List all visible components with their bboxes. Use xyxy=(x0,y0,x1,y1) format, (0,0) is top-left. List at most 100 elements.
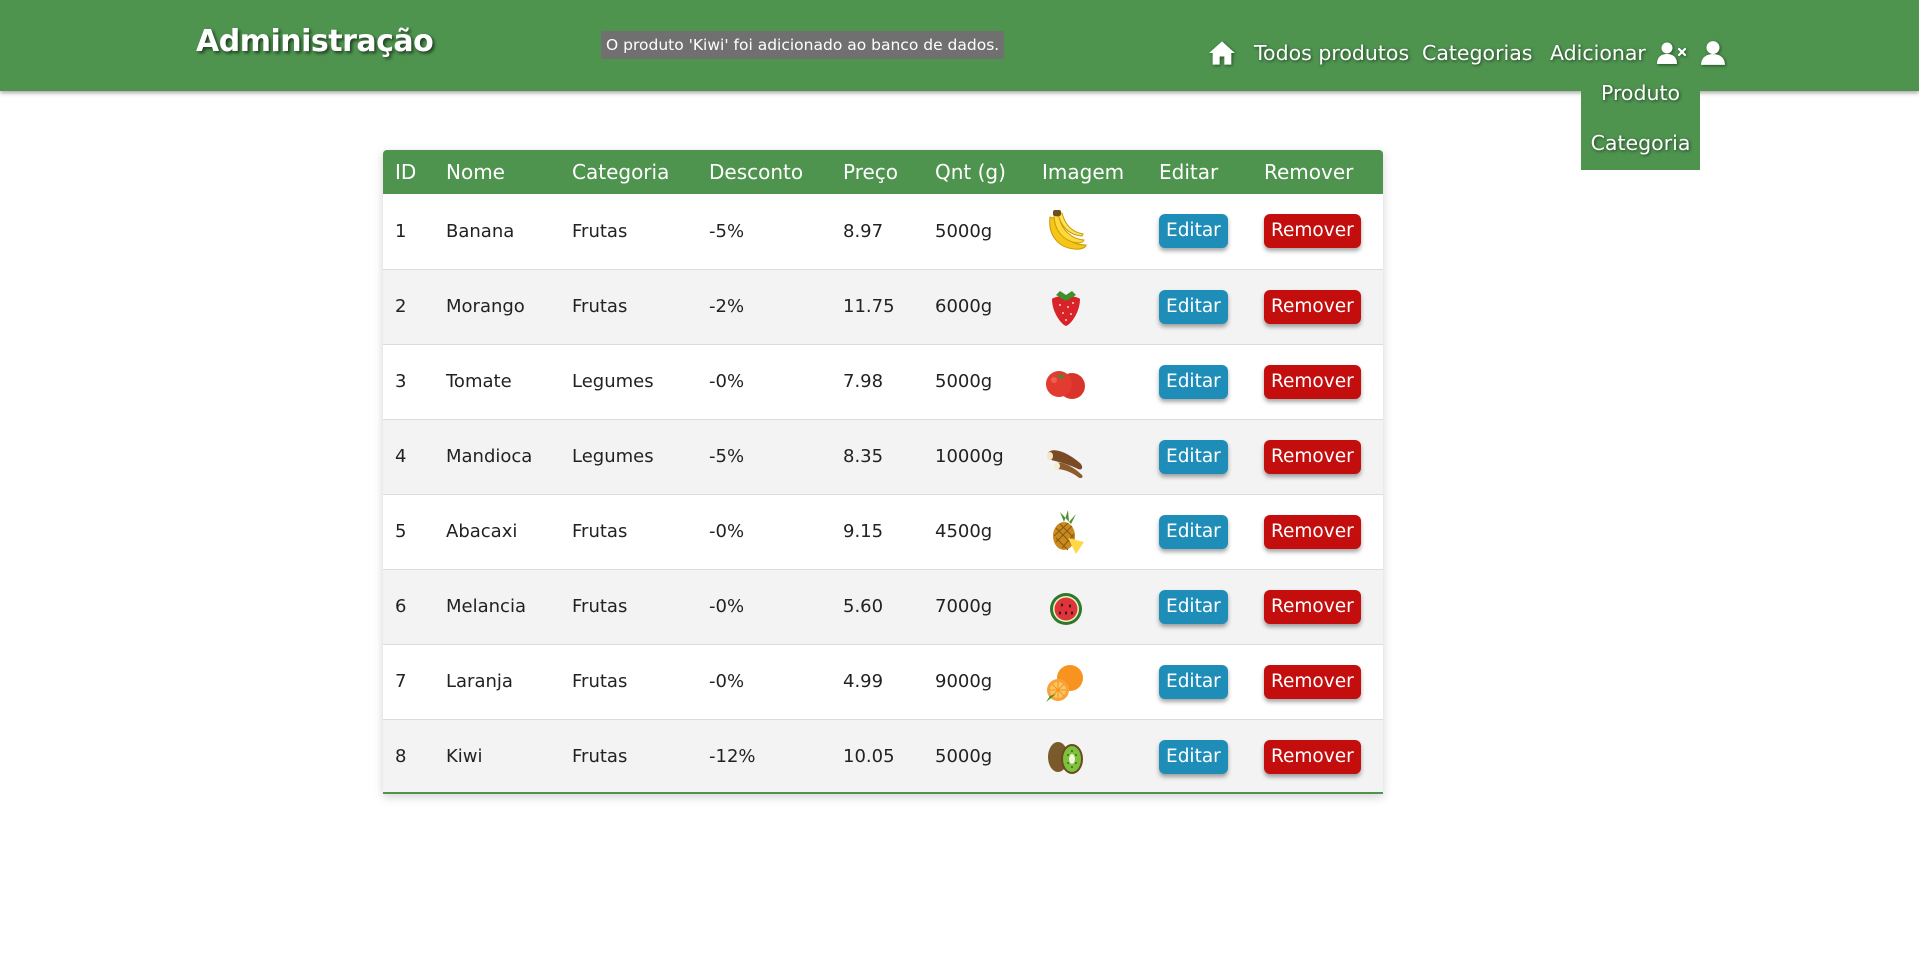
cell-category: Frutas xyxy=(572,220,628,242)
cell-category: Frutas xyxy=(572,671,628,692)
cassava-image xyxy=(1042,433,1147,481)
table-row: 4 Mandioca Legumes -5% 8.35 10000g Editar Remov… xyxy=(383,419,1383,494)
cell-remove: Remover xyxy=(1252,719,1383,792)
header-image: Imagem xyxy=(1042,160,1125,184)
cell-discount: -12% xyxy=(709,746,756,768)
cell-id: 2 xyxy=(395,296,407,317)
cell-image xyxy=(1030,719,1147,792)
table-row: 8 Kiwi Frutas -12% 10.05 5000g Editar Remover xyxy=(383,719,1383,792)
cell-image xyxy=(1030,344,1147,419)
cell-remove: Remover xyxy=(1252,569,1383,644)
nav-categories[interactable]: Categorias xyxy=(1422,39,1532,67)
remove-button[interactable]: Remover xyxy=(1264,589,1361,624)
cell-image xyxy=(1030,269,1147,344)
pineapple-image xyxy=(1042,508,1147,556)
cell-image xyxy=(1030,644,1147,719)
header-quantity: Qnt (g) xyxy=(935,160,1006,184)
cell-edit: Editar xyxy=(1147,494,1252,569)
dropdown-item-produto[interactable]: Produto xyxy=(1581,81,1700,105)
cell-price: 5.60 xyxy=(843,596,884,617)
cell-price: 7.98 xyxy=(843,371,884,392)
cell-quantity: 10000g xyxy=(935,446,1004,467)
remove-button[interactable]: Remover xyxy=(1264,289,1361,324)
cell-id: 5 xyxy=(395,521,407,542)
cell-price: 10.05 xyxy=(843,746,895,768)
brand-title[interactable]: Administração xyxy=(196,24,434,59)
cell-category: Frutas xyxy=(572,746,628,768)
watermelon-image xyxy=(1042,583,1147,631)
cell-discount: -2% xyxy=(709,296,745,317)
cell-discount: -0% xyxy=(709,521,745,542)
cell-id: 1 xyxy=(395,220,407,242)
cell-name: Banana xyxy=(446,220,515,242)
cell-edit: Editar xyxy=(1147,344,1252,419)
cell-id: 3 xyxy=(395,371,407,392)
cell-quantity: 7000g xyxy=(935,596,993,617)
cell-price: 8.35 xyxy=(843,446,884,467)
remove-button[interactable]: Remover xyxy=(1264,514,1361,549)
banana-image xyxy=(1042,207,1147,255)
cell-quantity: 5000g xyxy=(935,220,993,242)
edit-button[interactable]: Editar xyxy=(1159,439,1228,474)
edit-button[interactable]: Editar xyxy=(1159,214,1228,249)
edit-button[interactable]: Editar xyxy=(1159,664,1228,699)
cell-name: Morango xyxy=(446,296,525,317)
table-row: 2 Morango Frutas -2% 11.75 6000g Editar Remover xyxy=(383,269,1383,344)
cell-quantity: 6000g xyxy=(935,296,993,317)
cell-discount: -0% xyxy=(709,371,745,392)
cell-discount: -5% xyxy=(709,220,745,242)
cell-price: 11.75 xyxy=(843,296,895,317)
cell-name: Melancia xyxy=(446,596,526,617)
cell-quantity: 5000g xyxy=(935,371,993,392)
cell-image xyxy=(1030,494,1147,569)
cell-quantity: 5000g xyxy=(935,746,993,768)
header-edit: Editar xyxy=(1159,160,1219,184)
cell-id: 6 xyxy=(395,596,407,617)
user-x-icon[interactable] xyxy=(1657,40,1687,66)
tomato-image xyxy=(1042,358,1147,406)
cell-image xyxy=(1030,569,1147,644)
cell-name: Abacaxi xyxy=(446,521,518,542)
cell-name: Tomate xyxy=(446,371,512,392)
cell-category: Legumes xyxy=(572,446,654,467)
products-table-container: ID Nome Categoria Desconto Preço Qnt (g)… xyxy=(383,150,1383,794)
dropdown-item-categoria[interactable]: Categoria xyxy=(1581,131,1700,155)
cell-edit: Editar xyxy=(1147,194,1252,269)
cell-discount: -5% xyxy=(709,446,745,467)
remove-button[interactable]: Remover xyxy=(1264,214,1361,249)
nav-all-products[interactable]: Todos produtos xyxy=(1254,39,1409,67)
cell-price: 4.99 xyxy=(843,671,884,692)
edit-button[interactable]: Editar xyxy=(1159,364,1228,399)
remove-button[interactable]: Remover xyxy=(1264,364,1361,399)
edit-button[interactable]: Editar xyxy=(1159,739,1228,774)
cell-remove: Remover xyxy=(1252,494,1383,569)
header-price: Preço xyxy=(843,160,899,184)
remove-button[interactable]: Remover xyxy=(1264,439,1361,474)
table-row: 1 Banana Frutas -5% 8.97 5000g Editar Remover xyxy=(383,194,1383,269)
cell-category: Frutas xyxy=(572,296,628,317)
edit-button[interactable]: Editar xyxy=(1159,514,1228,549)
edit-button[interactable]: Editar xyxy=(1159,289,1228,324)
table-header-row: ID Nome Categoria Desconto Preço Qnt (g)… xyxy=(383,150,1383,194)
remove-button[interactable]: Remover xyxy=(1264,739,1361,774)
cell-price: 9.15 xyxy=(843,521,884,542)
cell-name: Laranja xyxy=(446,671,513,692)
cell-category: Frutas xyxy=(572,521,628,542)
cell-image xyxy=(1030,194,1147,269)
cell-category: Frutas xyxy=(572,596,628,617)
strawberry-image xyxy=(1042,283,1147,331)
remove-button[interactable]: Remover xyxy=(1264,664,1361,699)
cell-remove: Remover xyxy=(1252,344,1383,419)
table-row: 7 Laranja Frutas -0% 4.99 9000g Editar Remover xyxy=(383,644,1383,719)
table-row: 3 Tomate Legumes -0% 7.98 5000g Editar Remover xyxy=(383,344,1383,419)
header-discount: Desconto xyxy=(709,160,804,184)
cell-discount: -0% xyxy=(709,671,745,692)
user-icon[interactable] xyxy=(1700,40,1726,66)
cell-remove: Remover xyxy=(1252,419,1383,494)
home-icon[interactable] xyxy=(1208,40,1236,66)
nav-add[interactable]: Adicionar xyxy=(1550,39,1646,67)
header-id: ID xyxy=(395,160,417,184)
edit-button[interactable]: Editar xyxy=(1159,589,1228,624)
cell-edit: Editar xyxy=(1147,569,1252,644)
cell-name: Kiwi xyxy=(446,746,483,768)
